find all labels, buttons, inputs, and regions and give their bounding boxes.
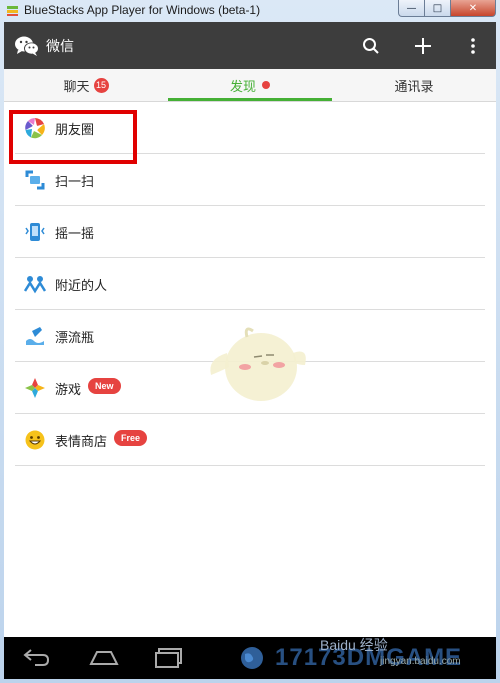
- people-nearby-icon: [24, 276, 46, 294]
- plus-icon: [415, 38, 431, 54]
- back-icon[interactable]: [21, 646, 51, 668]
- sticker-shop-icon: [25, 430, 45, 450]
- home-icon[interactable]: [87, 646, 121, 668]
- watermark-url: jingyan.baidu.com: [380, 656, 461, 667]
- search-icon: [363, 38, 379, 54]
- selected-tab-indicator: [168, 98, 332, 101]
- new-dot-indicator: [262, 81, 270, 89]
- list-item-shake[interactable]: 摇一摇: [15, 206, 485, 258]
- games-icon: [25, 378, 45, 398]
- shake-icon: [25, 223, 45, 241]
- maximize-button[interactable]: □: [425, 0, 451, 17]
- list-item-label: 游戏: [55, 383, 82, 398]
- free-badge: Free: [114, 430, 148, 446]
- wechat-logo-icon: [15, 36, 39, 56]
- highlight-annotation-box: [9, 110, 137, 164]
- tab-contacts[interactable]: 通讯录: [332, 69, 496, 101]
- list-item-label: 扫一扫: [55, 175, 95, 190]
- close-icon: ✕: [468, 2, 478, 14]
- android-screen: 微信 聊天 15 发现 通讯录 朋友圈 扫一扫 摇一摇 附近的人 漂流瓶 游戏 …: [4, 22, 496, 679]
- tab-label: 通讯录: [394, 79, 434, 95]
- more-button[interactable]: [460, 33, 486, 59]
- window-titlebar[interactable]: BlueStacks App Player for Windows (beta-…: [0, 0, 500, 22]
- search-button[interactable]: [358, 33, 384, 59]
- tab-chats[interactable]: 聊天 15: [4, 69, 168, 101]
- list-item-label: 漂流瓶: [55, 331, 95, 346]
- more-vertical-icon: [471, 38, 475, 54]
- app-title: 微信: [46, 39, 74, 55]
- minimize-button[interactable]: —: [398, 0, 425, 17]
- list-item-people-nearby[interactable]: 附近的人: [15, 258, 485, 310]
- tab-discover[interactable]: 发现: [168, 69, 332, 101]
- new-badge: New: [88, 378, 121, 394]
- recent-apps-icon[interactable]: [154, 646, 184, 668]
- tab-bar: 聊天 15 发现 通讯录: [4, 69, 496, 102]
- bluestacks-logo-icon: [7, 6, 18, 16]
- tab-label: 聊天: [63, 79, 90, 95]
- window-title: BlueStacks App Player for Windows (beta-…: [24, 3, 261, 17]
- mascot-watermark-icon: [210, 327, 306, 401]
- list-item-label: 附近的人: [55, 279, 108, 294]
- maximize-icon: □: [432, 2, 443, 14]
- list-item-label: 表情商店: [55, 435, 108, 450]
- minimize-icon: —: [406, 2, 417, 14]
- globe-icon[interactable]: [240, 646, 264, 670]
- add-button[interactable]: [410, 33, 436, 59]
- watermark-baidu: Baidu 经验: [320, 637, 388, 653]
- scan-icon: [25, 170, 45, 190]
- list-item-sticker-shop[interactable]: 表情商店 Free: [15, 414, 485, 466]
- tab-label: 发现: [229, 79, 256, 95]
- wechat-appbar: 微信: [4, 22, 496, 69]
- list-item-label: 摇一摇: [55, 227, 95, 242]
- close-button[interactable]: ✕: [451, 0, 496, 17]
- drift-bottle-icon: [26, 327, 44, 345]
- unread-badge: 15: [93, 77, 109, 93]
